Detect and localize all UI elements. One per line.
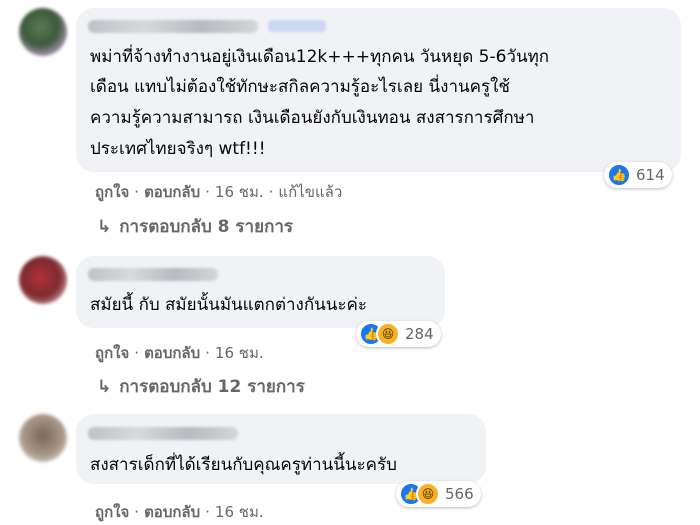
view-replies-link[interactable]: ↳ การตอบกลับ 8 รายการ <box>97 213 293 240</box>
like-link[interactable]: ถูกใจ <box>95 503 129 521</box>
avatar[interactable] <box>19 256 67 304</box>
reaction-summary[interactable]: 👍 😆 566 <box>396 481 481 507</box>
comment-bubble: สงสารเด็กที่ได้เรียนกับคุณครูท่านนี้นะคร… <box>76 414 486 484</box>
reply-link[interactable]: ตอบกลับ <box>144 503 200 521</box>
author-name[interactable] <box>88 268 218 281</box>
thumbs-up-icon: 👍 <box>607 163 631 187</box>
reaction-summary[interactable]: 👍 614 <box>604 162 672 188</box>
comment-text-line: พม่าที่จ้างทำงานอยู่เงินเดือน12k+++ทุกคน… <box>90 47 550 67</box>
view-replies-link[interactable]: ↳ การตอบกลับ 12 รายการ <box>97 373 305 400</box>
reply-link[interactable]: ตอบกลับ <box>144 183 200 201</box>
author-badge <box>268 20 326 32</box>
comment-actions: ถูกใจ · ตอบกลับ · 16 ชม. <box>95 503 264 521</box>
timestamp[interactable]: 16 ชม. <box>215 183 264 201</box>
reaction-count: 614 <box>636 166 665 184</box>
comment-bubble: สมัยนี้ กับ สมัยนั้นมันแตกต่างกันนะค่ะ <box>76 256 445 328</box>
author-name[interactable] <box>88 20 258 33</box>
reply-arrow-icon: ↳ <box>97 217 112 237</box>
avatar[interactable] <box>19 8 67 56</box>
reaction-summary[interactable]: 👍 😆 284 <box>356 321 441 347</box>
comment-actions: ถูกใจ · ตอบกลับ · 16 ชม. · แก้ไขแล้ว <box>95 183 343 201</box>
comment-text-line: ความรู้ความสามารถ เงินเดือนยังกับเงินทอน… <box>90 108 535 128</box>
replies-label: การตอบกลับ 12 รายการ <box>119 377 305 397</box>
reply-arrow-icon: ↳ <box>97 377 112 397</box>
reaction-count: 566 <box>445 485 474 503</box>
reply-link[interactable]: ตอบกลับ <box>144 344 200 362</box>
timestamp[interactable]: 16 ชม. <box>215 344 264 362</box>
comment-bubble: พม่าที่จ้างทำงานอยู่เงินเดือน12k+++ทุกคน… <box>76 8 681 172</box>
avatar[interactable] <box>19 414 67 462</box>
comment-text-line: เดือน แทบไม่ต้องใช้ทักษะสกิลความรู้อะไรเ… <box>90 77 510 97</box>
author-name[interactable] <box>88 427 238 440</box>
comment-text-line: ประเทศไทยจริงๆ wtf!!! <box>90 139 266 159</box>
comment-text-line: สมัยนี้ กับ สมัยนั้นมันแตกต่างกันนะค่ะ <box>90 295 368 315</box>
like-link[interactable]: ถูกใจ <box>95 183 129 201</box>
replies-label: การตอบกลับ 8 รายการ <box>119 217 294 237</box>
comment-text-line: สงสารเด็กที่ได้เรียนกับคุณครูท่านนี้นะคร… <box>90 455 397 475</box>
edited-label[interactable]: แก้ไขแล้ว <box>278 183 342 201</box>
laughing-face-icon: 😆 <box>416 482 440 506</box>
laughing-face-icon: 😆 <box>376 322 400 346</box>
comment-actions: ถูกใจ · ตอบกลับ · 16 ชม. <box>95 344 264 362</box>
like-link[interactable]: ถูกใจ <box>95 344 129 362</box>
reaction-count: 284 <box>405 325 434 343</box>
timestamp[interactable]: 16 ชม. <box>215 503 264 521</box>
